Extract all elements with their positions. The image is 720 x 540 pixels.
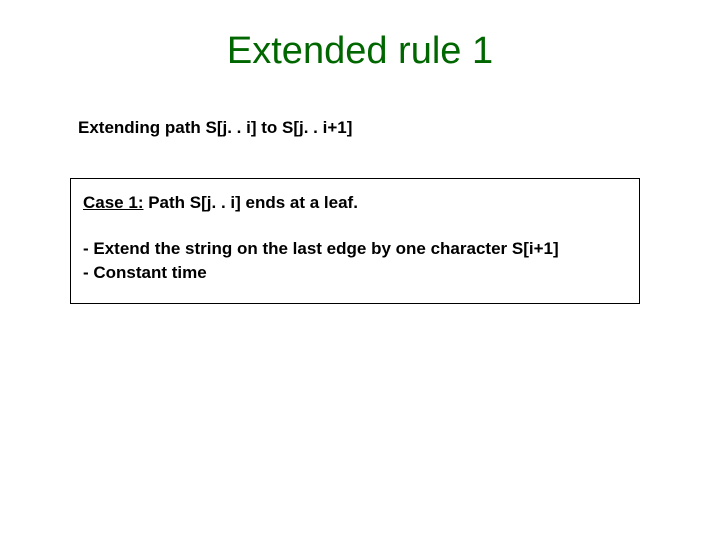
slide: Extended rule 1 Extending path S[j. . i]… <box>0 0 720 540</box>
case-box: Case 1: Path S[j. . i] ends at a leaf. -… <box>70 178 640 304</box>
case-text: Path S[j. . i] ends at a leaf. <box>143 193 357 212</box>
slide-title: Extended rule 1 <box>0 30 720 73</box>
slide-subheading: Extending path S[j. . i] to S[j. . i+1] <box>78 118 352 138</box>
bullet-2: - Constant time <box>83 261 627 285</box>
case-line: Case 1: Path S[j. . i] ends at a leaf. <box>83 193 627 213</box>
bullet-1: - Extend the string on the last edge by … <box>83 237 627 261</box>
case-label: Case 1: <box>83 193 143 212</box>
